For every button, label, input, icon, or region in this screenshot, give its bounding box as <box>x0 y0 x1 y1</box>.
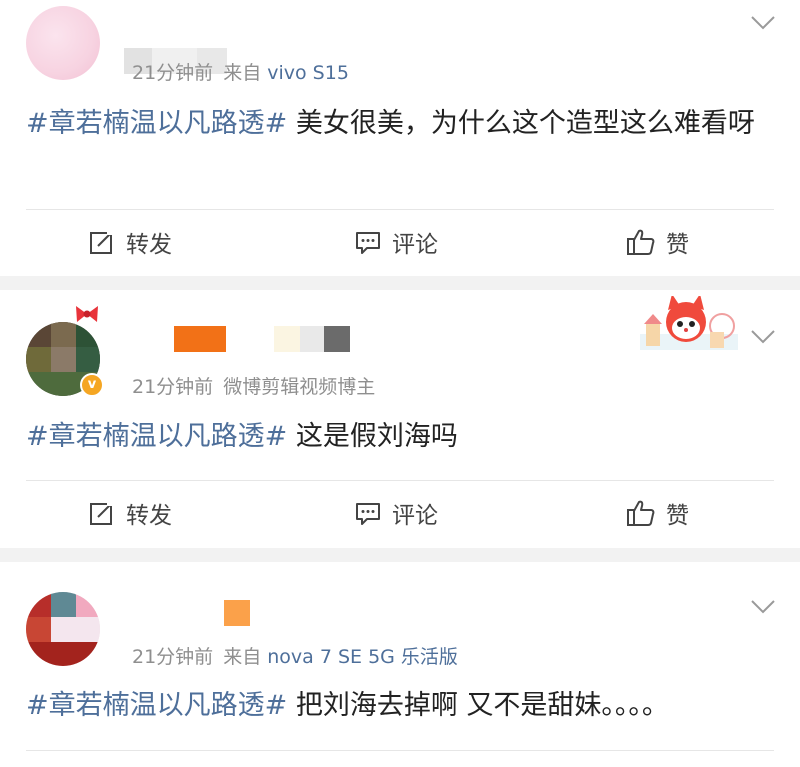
topic-link[interactable]: #章若楠温以凡路透# <box>26 421 287 452</box>
post-time: 21分钟前 <box>132 646 214 668</box>
divider <box>26 750 774 751</box>
post-text: 这是假刘海吗 <box>287 421 458 452</box>
device-name: vivo S15 <box>267 62 349 84</box>
comment-label: 评论 <box>392 503 438 529</box>
post-content[interactable]: #章若楠温以凡路透# 这是假刘海吗 <box>26 416 776 458</box>
post-text: 美女很美，为什么这个造型这么难看呀 <box>287 108 755 139</box>
like-label: 赞 <box>666 232 689 258</box>
like-icon <box>627 229 655 255</box>
post-separator <box>0 276 800 290</box>
avatar[interactable] <box>26 6 100 80</box>
source-prefix: 来自 <box>223 646 262 668</box>
post-meta: 21分钟前 来自 nova 7 SE 5G 乐活版 <box>132 642 458 669</box>
repost-label: 转发 <box>126 503 172 529</box>
avatar[interactable] <box>26 592 100 666</box>
post-meta: 21分钟前 来自 vivo S15 <box>132 58 349 85</box>
comment-button[interactable]: 评论 <box>354 480 438 546</box>
post-time: 21分钟前 <box>132 376 214 398</box>
verified-icon: v <box>80 373 104 397</box>
post-meta: 21分钟前 微博剪辑视频博主 <box>132 372 375 399</box>
action-bar: 转发 评论 赞 <box>0 480 800 546</box>
repost-icon <box>90 500 115 525</box>
repost-label: 转发 <box>126 232 172 258</box>
like-label: 赞 <box>666 503 689 529</box>
user-tag: 微博剪辑视频博主 <box>223 376 376 398</box>
like-button[interactable]: 赞 <box>626 480 689 546</box>
comment-label: 评论 <box>392 232 438 258</box>
repost-button[interactable]: 转发 <box>88 209 172 275</box>
chevron-down-icon[interactable] <box>750 14 776 32</box>
post-separator <box>0 548 800 562</box>
source-prefix: 来自 <box>223 62 262 84</box>
topic-link[interactable]: #章若楠温以凡路透# <box>26 108 287 139</box>
bow-decoration-icon <box>76 306 98 322</box>
comment-button[interactable]: 评论 <box>354 209 438 275</box>
comment-icon <box>356 232 380 254</box>
action-bar: 转发 评论 赞 <box>0 209 800 275</box>
chevron-down-icon[interactable] <box>750 328 776 346</box>
repost-icon <box>90 229 115 254</box>
topic-link[interactable]: #章若楠温以凡路透# <box>26 690 287 721</box>
post-content[interactable]: #章若楠温以凡路透# 美女很美，为什么这个造型这么难看呀 <box>26 103 776 145</box>
repost-button[interactable]: 转发 <box>88 480 172 546</box>
chevron-down-icon[interactable] <box>750 598 776 616</box>
sticker-fox-icon <box>640 296 738 350</box>
comment-icon <box>356 503 380 525</box>
post-1: 21分钟前 来自 vivo S15 #章若楠温以凡路透# 美女很美，为什么这个造型… <box>0 0 800 276</box>
device-name: nova 7 SE 5G 乐活版 <box>267 646 458 668</box>
post-content[interactable]: #章若楠温以凡路透# 把刘海去掉啊 又不是甜妹。。。。 <box>26 685 776 727</box>
like-icon <box>627 500 655 526</box>
post-text: 把刘海去掉啊 又不是甜妹。。。。 <box>287 690 669 721</box>
like-button[interactable]: 赞 <box>626 209 689 275</box>
post-time: 21分钟前 <box>132 62 214 84</box>
